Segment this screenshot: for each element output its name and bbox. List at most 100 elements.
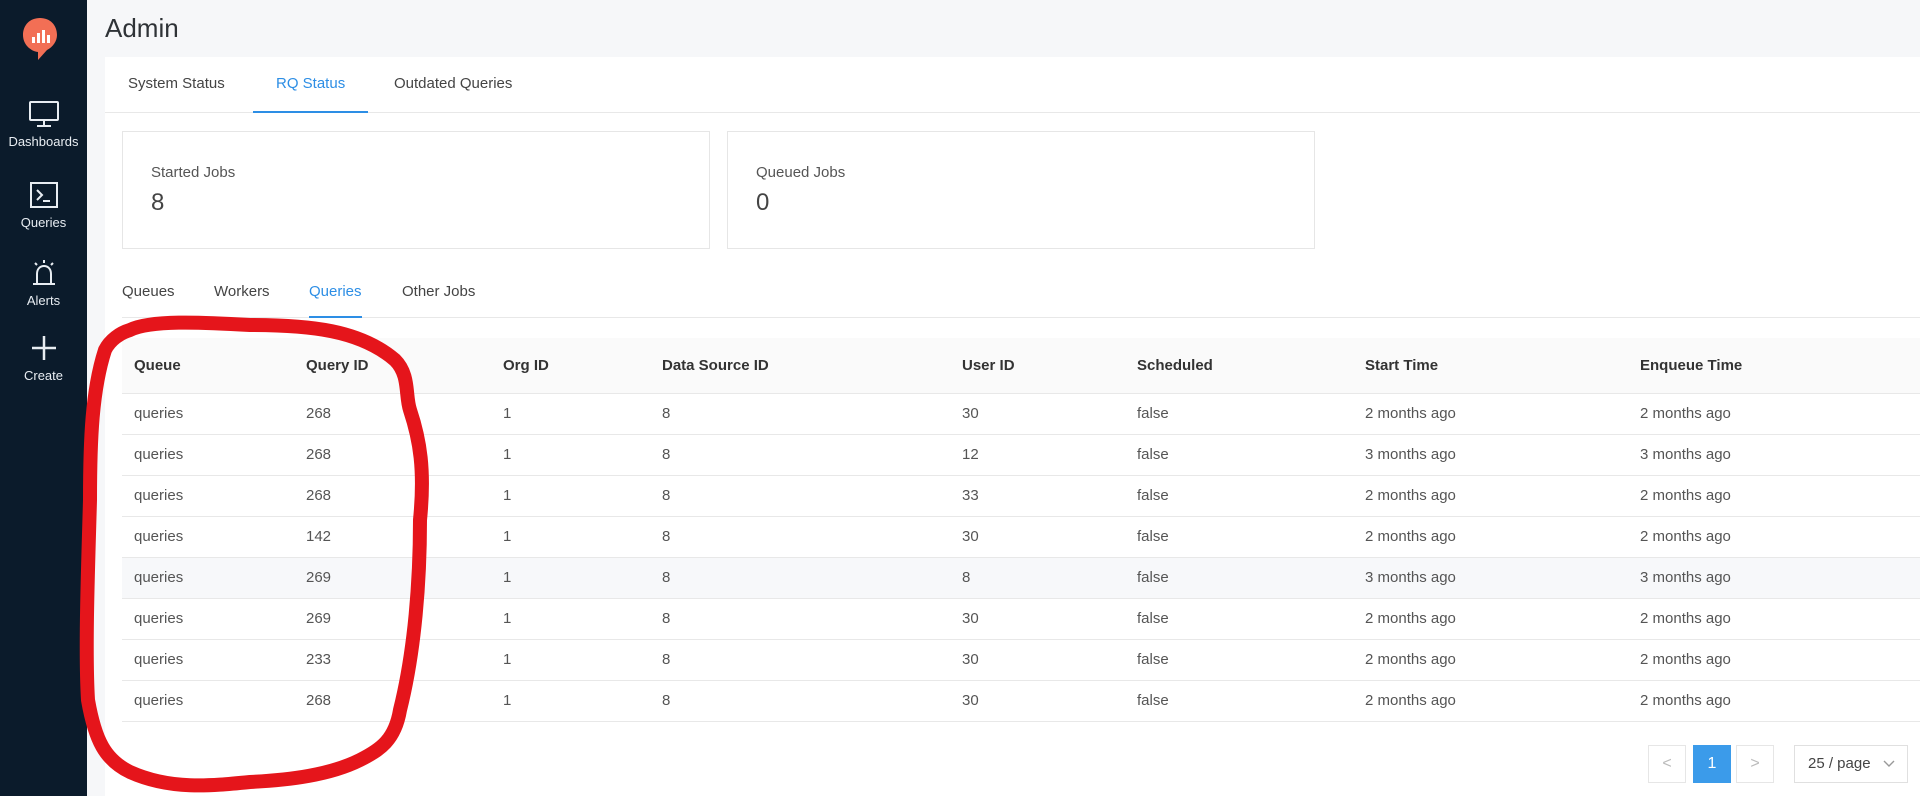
cell-start-time: 2 months ago — [1365, 651, 1456, 668]
cell-scheduled: false — [1137, 405, 1169, 422]
cell-queue: queries — [134, 446, 184, 463]
queued-jobs-value: 0 — [756, 189, 770, 216]
table-header-row: Queue Query ID Org ID Data Source ID Use… — [122, 338, 1920, 394]
redash-logo-icon[interactable] — [22, 17, 58, 61]
tab-rq-status[interactable]: RQ Status — [253, 57, 369, 113]
cell-org-id: 1 — [503, 405, 512, 422]
tab-workers[interactable]: Workers — [214, 275, 270, 318]
cell-start-time: 2 months ago — [1365, 610, 1456, 627]
cell-user-id: 30 — [962, 528, 979, 545]
table-row[interactable]: queries 233 1 8 30 false 2 months ago 2 months … — [122, 640, 1920, 681]
cell-start-time: 2 months ago — [1365, 487, 1456, 504]
pagination-prev-button[interactable]: < — [1648, 745, 1686, 783]
cell-org-id: 1 — [503, 446, 512, 463]
cell-scheduled: false — [1137, 569, 1169, 586]
column-header-queue[interactable]: Queue — [134, 338, 181, 394]
cell-user-id: 8 — [962, 569, 971, 586]
cell-org-id: 1 — [503, 692, 512, 709]
cell-org-id: 1 — [503, 651, 512, 668]
cell-query-id: 268 — [306, 405, 332, 422]
sidebar-item-dashboards[interactable]: Dashboards — [0, 100, 87, 149]
sidebar-item-label: Dashboards — [8, 134, 79, 149]
tab-system-status[interactable]: System Status — [105, 57, 248, 113]
column-header-start-time[interactable]: Start Time — [1365, 338, 1438, 394]
tab-queries[interactable]: Queries — [309, 275, 362, 318]
cell-enqueue-time: 2 months ago — [1640, 610, 1731, 627]
table-body: queries 268 1 8 30 false 2 months ago 2 months … — [122, 394, 1920, 722]
table-row[interactable]: queries 142 1 8 30 false 2 months ago 2 months … — [122, 517, 1920, 558]
sidebar-item-label: Queries — [20, 215, 67, 230]
cell-scheduled: false — [1137, 446, 1169, 463]
cell-data-source-id: 8 — [662, 528, 671, 545]
cell-data-source-id: 8 — [662, 610, 671, 627]
tab-outdated-queries[interactable]: Outdated Queries — [371, 57, 535, 113]
column-header-query-id[interactable]: Query ID — [306, 338, 369, 394]
column-header-user-id[interactable]: User ID — [962, 338, 1015, 394]
table-row[interactable]: queries 268 1 8 12 false 3 months ago 3 months … — [122, 435, 1920, 476]
table-row[interactable]: queries 269 1 8 30 false 2 months ago 2 months … — [122, 599, 1920, 640]
cell-query-id: 269 — [306, 610, 332, 627]
cell-scheduled: false — [1137, 651, 1169, 668]
cell-data-source-id: 8 — [662, 405, 671, 422]
cell-data-source-id: 8 — [662, 446, 671, 463]
terminal-icon — [29, 182, 58, 208]
pagination-page-1[interactable]: 1 — [1693, 745, 1731, 783]
queued-jobs-card: Queued Jobs 0 — [727, 131, 1315, 249]
cell-start-time: 2 months ago — [1365, 528, 1456, 545]
pagination-next-button[interactable]: > — [1736, 745, 1774, 783]
cell-enqueue-time: 2 months ago — [1640, 651, 1731, 668]
plus-icon — [31, 336, 56, 360]
cell-data-source-id: 8 — [662, 569, 671, 586]
cell-org-id: 1 — [503, 487, 512, 504]
cell-queue: queries — [134, 610, 184, 627]
table-row[interactable]: queries 268 1 8 30 false 2 months ago 2 months … — [122, 681, 1920, 722]
cell-enqueue-time: 2 months ago — [1640, 487, 1731, 504]
page-size-value: 25 / page — [1808, 755, 1871, 772]
app-root: Dashboards Queries Alerts Create Admin S… — [0, 0, 1920, 796]
cell-user-id: 30 — [962, 651, 979, 668]
cell-user-id: 30 — [962, 610, 979, 627]
started-jobs-label: Started Jobs — [151, 164, 236, 181]
cell-enqueue-time: 2 months ago — [1640, 692, 1731, 709]
cell-start-time: 3 months ago — [1365, 446, 1456, 463]
cell-scheduled: false — [1137, 692, 1169, 709]
cell-queue: queries — [134, 487, 184, 504]
cell-data-source-id: 8 — [662, 487, 671, 504]
cell-org-id: 1 — [503, 528, 512, 545]
cell-org-id: 1 — [503, 610, 512, 627]
cell-scheduled: false — [1137, 528, 1169, 545]
sidebar-item-queries[interactable]: Queries — [0, 181, 87, 230]
cell-queue: queries — [134, 651, 184, 668]
cell-data-source-id: 8 — [662, 692, 671, 709]
started-jobs-card: Started Jobs 8 — [122, 131, 710, 249]
table-row[interactable]: queries 268 1 8 33 false 2 months ago 2 months … — [122, 476, 1920, 517]
page-title: Admin — [105, 13, 179, 43]
cell-query-id: 268 — [306, 446, 332, 463]
column-header-scheduled[interactable]: Scheduled — [1137, 338, 1213, 394]
cell-start-time: 2 months ago — [1365, 405, 1456, 422]
sidebar-item-create[interactable]: Create — [0, 334, 87, 383]
queued-jobs-label: Queued Jobs — [756, 164, 846, 181]
monitor-icon — [28, 101, 59, 127]
cell-enqueue-time: 3 months ago — [1640, 446, 1731, 463]
main-panel: System Status RQ Status Outdated Queries… — [105, 57, 1920, 796]
sidebar-item-label: Create — [23, 368, 64, 383]
page-size-select[interactable]: 25 / page — [1794, 745, 1908, 783]
cell-queue: queries — [134, 692, 184, 709]
top-tabs: System Status RQ Status Outdated Queries — [105, 57, 1920, 113]
sidebar-item-alerts[interactable]: Alerts — [0, 259, 87, 308]
chevron-down-icon — [1883, 760, 1895, 767]
sidebar: Dashboards Queries Alerts Create — [0, 0, 87, 796]
cell-data-source-id: 8 — [662, 651, 671, 668]
table-row[interactable]: queries 268 1 8 30 false 2 months ago 2 months … — [122, 394, 1920, 435]
table-row[interactable]: queries 269 1 8 8 false 3 months ago 3 months a… — [122, 558, 1920, 599]
cell-query-id: 268 — [306, 487, 332, 504]
cell-query-id: 233 — [306, 651, 332, 668]
cell-queue: queries — [134, 528, 184, 545]
tab-other-jobs[interactable]: Other Jobs — [402, 275, 475, 318]
column-header-data-source-id[interactable]: Data Source ID — [662, 338, 769, 394]
sub-tabs: Queues Workers Queries Other Jobs — [122, 275, 1920, 318]
tab-queues[interactable]: Queues — [122, 275, 175, 318]
column-header-org-id[interactable]: Org ID — [503, 338, 549, 394]
column-header-enqueue-time[interactable]: Enqueue Time — [1640, 338, 1742, 394]
